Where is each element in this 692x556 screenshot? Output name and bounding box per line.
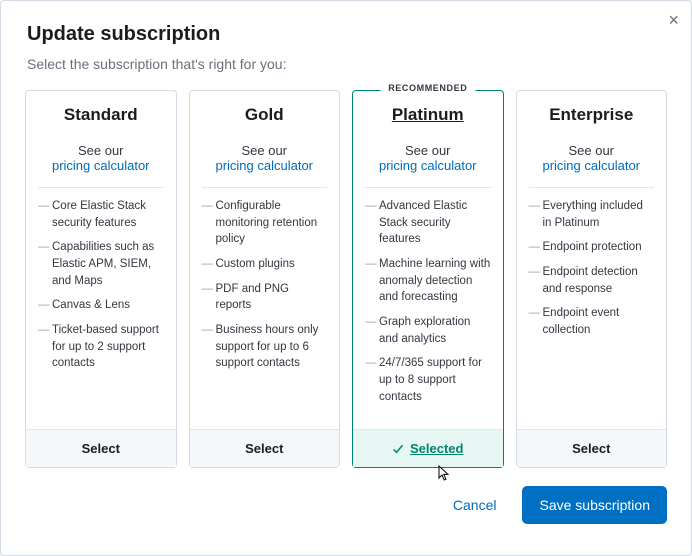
feature-list: Everything included in Platinum Endpoint…	[529, 198, 655, 347]
feature-list: Core Elastic Stack security features Cap…	[38, 198, 164, 380]
close-button[interactable]: ×	[668, 11, 679, 29]
pricing-calculator-link[interactable]: pricing calculator	[379, 158, 477, 173]
plan-body: Standard See our pricing calculator Core…	[26, 91, 176, 429]
pricing-text: See our pricing calculator	[202, 143, 328, 173]
plan-name: Gold	[202, 105, 328, 125]
plan-gold: Gold See our pricing calculator Configur…	[189, 90, 341, 468]
select-button[interactable]: Select	[190, 429, 340, 467]
plan-body: Enterprise See our pricing calculator Ev…	[517, 91, 667, 429]
modal-footer: Cancel Save subscription	[1, 468, 691, 524]
feature-list: Advanced Elastic Stack security features…	[365, 198, 491, 413]
pricing-calculator-link[interactable]: pricing calculator	[52, 158, 150, 173]
pricing-text: See our pricing calculator	[529, 143, 655, 173]
feature-item: Everything included in Platinum	[529, 198, 655, 231]
select-label: Select	[572, 441, 610, 456]
plan-name: Platinum	[365, 105, 491, 125]
selected-button[interactable]: Selected	[353, 429, 503, 467]
select-button[interactable]: Select	[26, 429, 176, 467]
modal-title: Update subscription	[27, 23, 667, 46]
plan-body: Platinum See our pricing calculator Adva…	[353, 91, 503, 429]
feature-item: Machine learning with anomaly detection …	[365, 256, 491, 306]
feature-item: Custom plugins	[202, 256, 328, 273]
divider	[38, 187, 164, 188]
plan-standard: Standard See our pricing calculator Core…	[25, 90, 177, 468]
feature-list: Configurable monitoring retention policy…	[202, 198, 328, 380]
divider	[202, 187, 328, 188]
feature-item: Endpoint protection	[529, 239, 655, 256]
plan-name: Standard	[38, 105, 164, 125]
feature-item: Endpoint event collection	[529, 305, 655, 338]
pricing-text: See our pricing calculator	[365, 143, 491, 173]
pricing-prefix: See our	[78, 143, 124, 158]
pricing-prefix: See our	[405, 143, 451, 158]
feature-item: Canvas & Lens	[38, 297, 164, 314]
pricing-calculator-link[interactable]: pricing calculator	[215, 158, 313, 173]
divider	[529, 187, 655, 188]
select-label: Select	[82, 441, 120, 456]
feature-item: Endpoint detection and response	[529, 264, 655, 297]
feature-item: Business hours only support for up to 6 …	[202, 322, 328, 372]
feature-item: Advanced Elastic Stack security features	[365, 198, 491, 248]
plan-platinum: RECOMMENDED Platinum See our pricing cal…	[352, 90, 504, 468]
pricing-text: See our pricing calculator	[38, 143, 164, 173]
select-label: Select	[245, 441, 283, 456]
cancel-button[interactable]: Cancel	[439, 487, 511, 523]
close-icon: ×	[668, 10, 679, 30]
feature-item: PDF and PNG reports	[202, 281, 328, 314]
feature-item: Capabilities such as Elastic APM, SIEM, …	[38, 239, 164, 289]
modal-subtitle: Select the subscription that's right for…	[27, 56, 667, 72]
plan-enterprise: Enterprise See our pricing calculator Ev…	[516, 90, 668, 468]
plan-name: Enterprise	[529, 105, 655, 125]
plan-grid: Standard See our pricing calculator Core…	[1, 90, 691, 468]
feature-item: 24/7/365 support for up to 8 support con…	[365, 355, 491, 405]
select-button[interactable]: Select	[517, 429, 667, 467]
feature-item: Ticket-based support for up to 2 support…	[38, 322, 164, 372]
feature-item: Core Elastic Stack security features	[38, 198, 164, 231]
selected-label: Selected	[410, 441, 463, 456]
recommended-badge: RECOMMENDED	[380, 82, 475, 94]
modal-header: Update subscription Select the subscript…	[1, 1, 691, 72]
pricing-calculator-link[interactable]: pricing calculator	[542, 158, 640, 173]
feature-item: Graph exploration and analytics	[365, 314, 491, 347]
check-icon	[392, 443, 404, 455]
pricing-prefix: See our	[241, 143, 287, 158]
divider	[365, 187, 491, 188]
feature-item: Configurable monitoring retention policy	[202, 198, 328, 248]
save-subscription-button[interactable]: Save subscription	[522, 486, 667, 524]
plan-body: Gold See our pricing calculator Configur…	[190, 91, 340, 429]
pricing-prefix: See our	[568, 143, 614, 158]
